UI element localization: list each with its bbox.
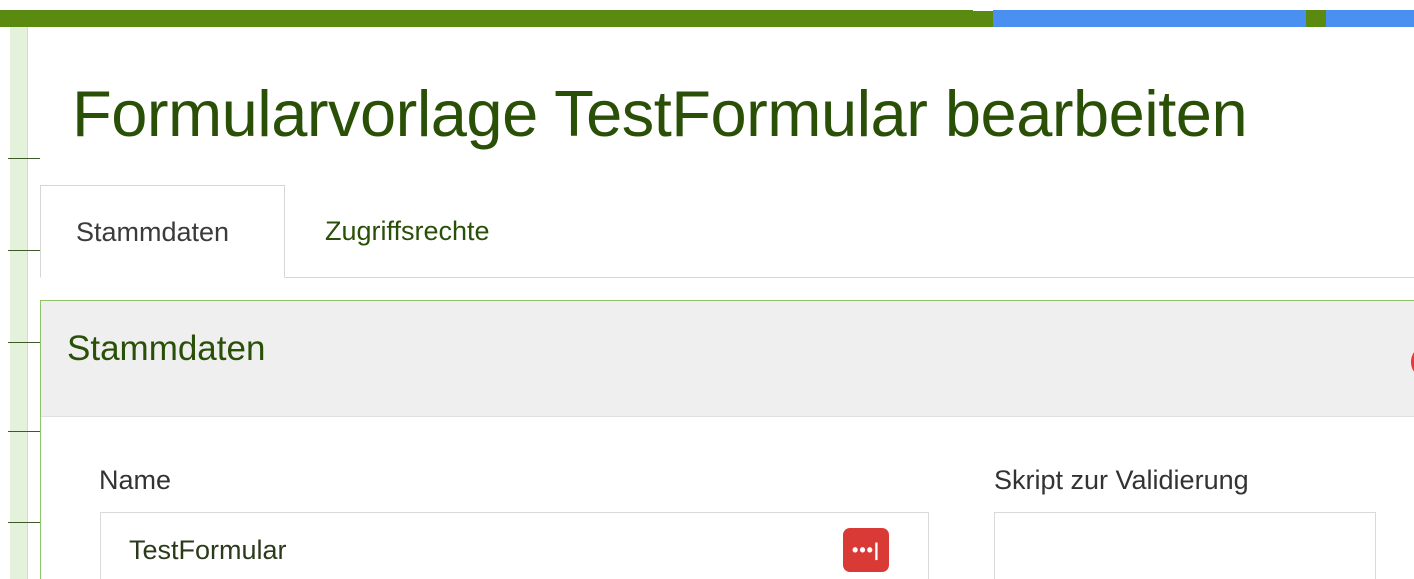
sidebar-divider	[8, 250, 40, 251]
name-field-value[interactable]: TestFormular	[129, 535, 287, 566]
tab-bar: Stammdaten Zugriffsrechte	[40, 185, 1414, 278]
top-bar-accent-segment	[993, 10, 1306, 27]
panel-header: Stammdaten	[41, 301, 1414, 417]
page-title: Formularvorlage TestFormular bearbeiten	[72, 77, 1248, 150]
script-validation-field[interactable]	[994, 512, 1376, 579]
top-navigation-bar	[0, 7, 1414, 27]
sidebar-divider	[8, 342, 40, 343]
top-bar-notch	[973, 7, 993, 11]
tab-zugriffsrechte[interactable]: Zugriffsrechte	[290, 185, 525, 278]
stammdaten-panel: Stammdaten Name TestFormular •••| Skript…	[40, 300, 1414, 579]
sidebar-divider	[8, 158, 40, 159]
top-bar-accent-segment-right	[1326, 10, 1414, 27]
name-field[interactable]: TestFormular •••|	[100, 512, 929, 579]
left-sidebar-strip	[8, 27, 40, 579]
panel-title: Stammdaten	[67, 329, 266, 368]
sidebar-divider	[8, 522, 40, 523]
tab-stammdaten[interactable]: Stammdaten	[40, 185, 285, 278]
name-label: Name	[99, 465, 172, 495]
password-manager-glyph: •••|	[852, 540, 880, 560]
sidebar-divider	[8, 431, 40, 432]
script-validation-label: Skript zur Validierung	[994, 465, 1249, 495]
password-manager-icon[interactable]: •••|	[843, 528, 889, 572]
